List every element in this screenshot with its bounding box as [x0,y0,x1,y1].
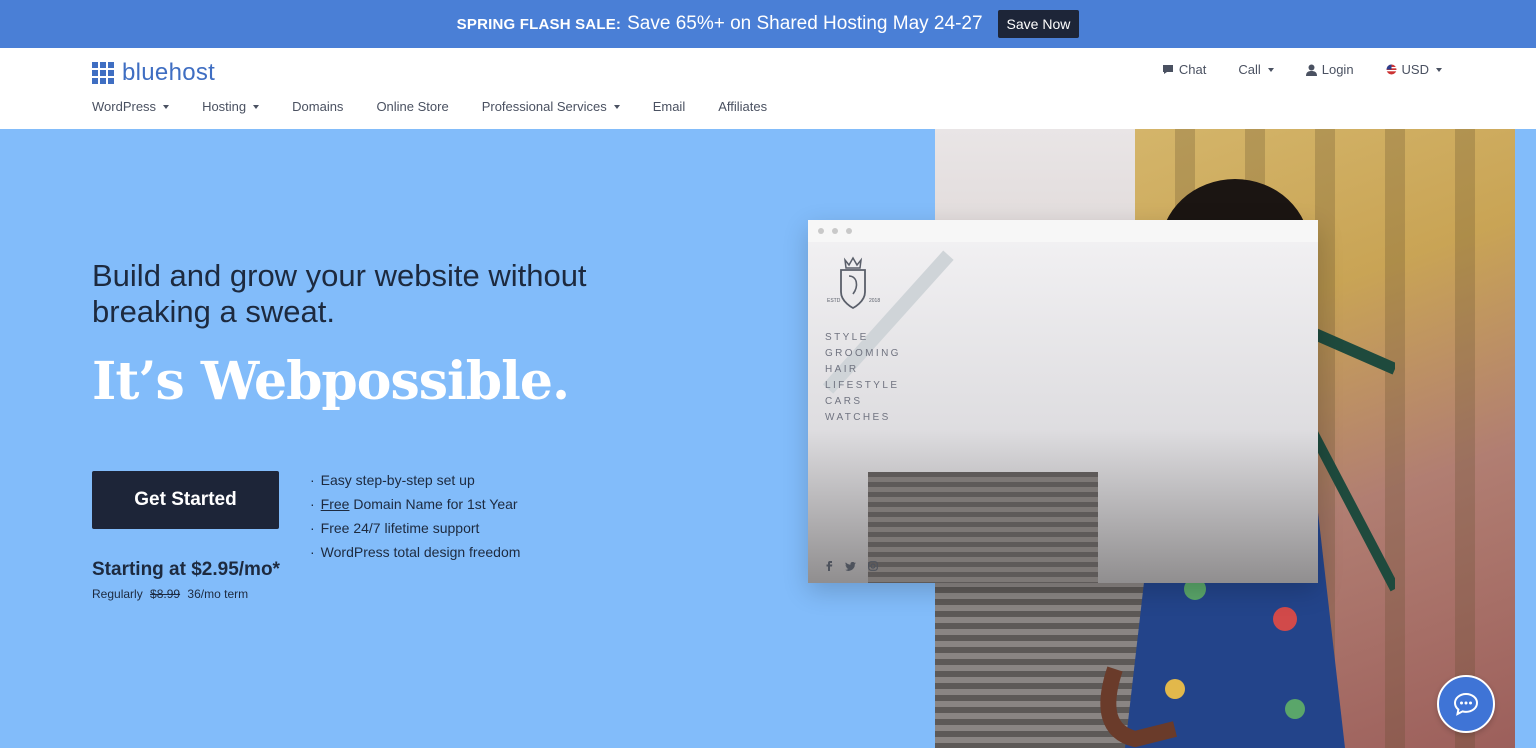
escalator-image [868,472,1098,583]
chat-icon [1162,65,1173,74]
feature-text: Free 24/7 lifetime support [320,520,480,536]
bluehost-logo[interactable]: bluehost [92,59,215,87]
nav-label: Hosting [202,99,247,114]
bullet-icon: · [310,472,315,488]
hero-tagline: It’s Webpossible. [92,351,570,412]
chevron-down-icon [1267,67,1274,72]
promo-banner[interactable]: SPRING FLASH SALE: Save 65%+ on Shared H… [0,0,1536,48]
get-started-button[interactable]: Get Started [92,471,279,529]
preview-menu-item: STYLE [825,332,869,343]
logo-grid-icon [92,62,114,84]
feature-text: Easy step-by-step set up [320,472,475,488]
call-dropdown[interactable]: Call [1238,62,1274,77]
window-dot-icon [846,228,852,234]
chat-bubble-icon [1453,692,1479,716]
window-dot-icon [818,228,824,234]
user-icon [1305,64,1317,76]
preview-menu-item: LIFESTYLE [825,380,900,391]
feature-item: · WordPress total design freedom [310,540,520,564]
bullet-icon: · [310,544,315,560]
feature-item: · Easy step-by-step set up [310,468,520,492]
feature-text: Domain Name for 1st Year [349,496,518,512]
feature-item: · Free Domain Name for 1st Year [310,492,520,516]
save-now-button[interactable]: Save Now [997,10,1080,38]
preview-menu-item: WATCHES [825,412,891,423]
crest-logo-icon: ESTD 2018 [827,256,880,310]
right-edge-stripe [1515,129,1536,748]
nav-item-email[interactable]: Email [653,99,686,114]
starting-price: Starting at $2.95/mo* [92,559,280,580]
brand-name: bluehost [122,59,216,86]
nav-label: Online Store [376,99,449,114]
currency-label: USD [1401,62,1429,77]
preview-body: ESTD 2018 STYLE GROOMING HAIR LIFESTYLE … [808,242,1318,583]
promo-offer: Save 65%+ on Shared Hosting May 24-27 [627,13,983,34]
nav-label: Domains [292,99,344,114]
currency-dropdown[interactable]: USD [1386,62,1442,77]
crest-left-text: ESTD [827,298,841,304]
bullet-icon: · [310,496,315,512]
regular-prefix: Regularly [92,587,143,601]
regular-price: $8.99 [150,587,181,601]
chevron-down-icon [253,104,260,109]
bullet-icon: · [310,520,315,536]
chevron-down-icon [163,104,170,109]
preview-menu-item: HAIR [825,364,859,375]
nav-item-hosting[interactable]: Hosting [202,99,260,114]
feature-item: · Free 24/7 lifetime support [310,516,520,540]
main-nav: WordPress Hosting Domains Online Store P… [92,99,800,114]
feature-text: WordPress total design freedom [320,544,521,560]
regular-price-line: Regularly $8.99 36/mo term [92,587,248,601]
browser-bar [808,220,1318,242]
nav-label: Email [652,99,686,114]
preview-social [825,558,890,576]
nav-item-domains[interactable]: Domains [292,99,343,114]
site-header: bluehost Chat Call Login USD WordPress H… [0,48,1536,129]
preview-menu-item: CARS [825,396,863,407]
chevron-down-icon [613,104,620,109]
crest-right-text: 2018 [869,298,880,304]
website-preview-mockup: ESTD 2018 STYLE GROOMING HAIR LIFESTYLE … [808,220,1318,583]
chevron-down-icon [1436,67,1442,72]
login-label: Login [1321,62,1354,77]
facebook-icon [825,558,833,576]
instagram-icon [868,558,878,576]
preview-menu-item: GROOMING [825,348,901,359]
nav-item-affiliates[interactable]: Affiliates [718,99,767,114]
hero-section: Build and grow your website without brea… [0,129,1536,748]
chat-link[interactable]: Chat [1162,62,1206,77]
us-flag-icon [1386,64,1397,75]
free-domain-link[interactable]: Free [321,496,350,512]
nav-label: WordPress [92,99,157,114]
window-dot-icon [832,228,838,234]
hero-headline: Build and grow your website without brea… [92,258,587,329]
live-chat-button[interactable] [1437,675,1495,733]
twitter-icon [845,558,856,576]
chat-label: Chat [1178,62,1207,77]
login-link[interactable]: Login [1305,62,1354,77]
call-label: Call [1238,62,1261,77]
feature-list: · Easy step-by-step set up · Free Domain N… [310,468,520,564]
nav-item-online-store[interactable]: Online Store [376,99,448,114]
nav-item-wordpress[interactable]: WordPress [92,99,170,114]
nav-label: Affiliates [718,99,768,114]
nav-item-professional-services[interactable]: Professional Services [482,99,620,114]
nav-label: Professional Services [481,99,607,114]
promo-lead: SPRING FLASH SALE: [456,15,622,33]
preview-menu: STYLE GROOMING HAIR LIFESTYLE CARS WATCH… [825,330,901,426]
utility-nav: Chat Call Login USD [1130,62,1442,77]
regular-term: 36/mo term [187,587,249,601]
